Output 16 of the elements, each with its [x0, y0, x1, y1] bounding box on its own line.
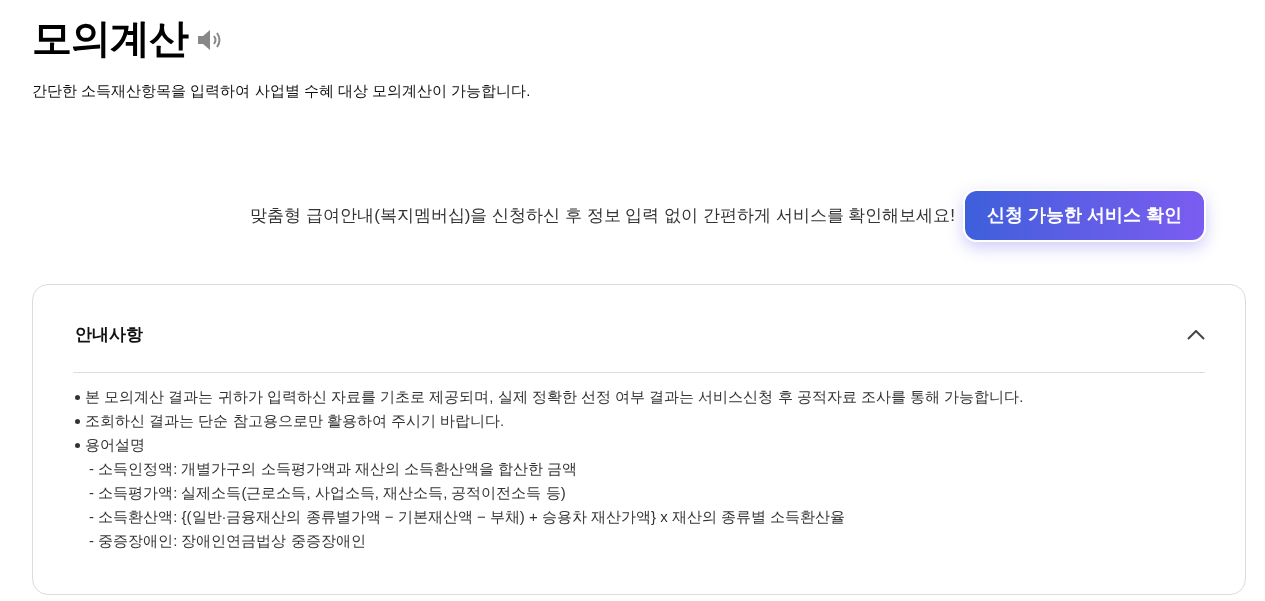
- bullet-icon: [75, 418, 80, 424]
- notice-title[interactable]: 안내사항: [73, 321, 143, 348]
- notice-item: 조회하신 결과는 단순 참고용으로만 활용하여 주시기 바랍니다.: [85, 411, 505, 431]
- bullet-icon: [75, 394, 80, 400]
- term-definition: - 중증장애인: 장애인연금법상 중증장애인: [88, 531, 367, 551]
- service-check-button[interactable]: 신청 가능한 서비스 확인: [963, 189, 1206, 242]
- promo-text: 맞춤형 급여안내(복지멤버십)을 신청하신 후 정보 입력 없이 간편하게 서비스를 확인해보세요!: [250, 204, 955, 227]
- term-definition: - 소득환산액: {(일반·금융재산의 종류별가액 − 기본재산액 − 부채) + 승용차 재산가액} x 재산의 종류별 소득환산율: [88, 507, 847, 527]
- notice-item: 본 모의계산 결과는 귀하가 입력하신 자료를 기초로 제공되며, 실제 정확한 선정 여부 결과는 서비스신청 후 공적자료 조사를 통해 가능합니다.: [85, 387, 1024, 407]
- notice-item: 용어설명: [85, 435, 145, 455]
- page-title: 모의계산: [32, 15, 188, 62]
- page-subtitle: 간단한 소득재산항목을 입력하여 사업별 수혜 대상 모의계산이 가능합니다.: [32, 81, 532, 101]
- chevron-up-icon[interactable]: [1187, 329, 1205, 340]
- term-definition: - 소득인정액: 개별가구의 소득평가액과 재산의 소득환산액을 합산한 금액: [88, 459, 579, 479]
- bullet-icon: [75, 442, 80, 448]
- term-definition: - 소득평가액: 실제소득(근로소득, 사업소득, 재산소득, 공적이전소득 등): [88, 483, 567, 503]
